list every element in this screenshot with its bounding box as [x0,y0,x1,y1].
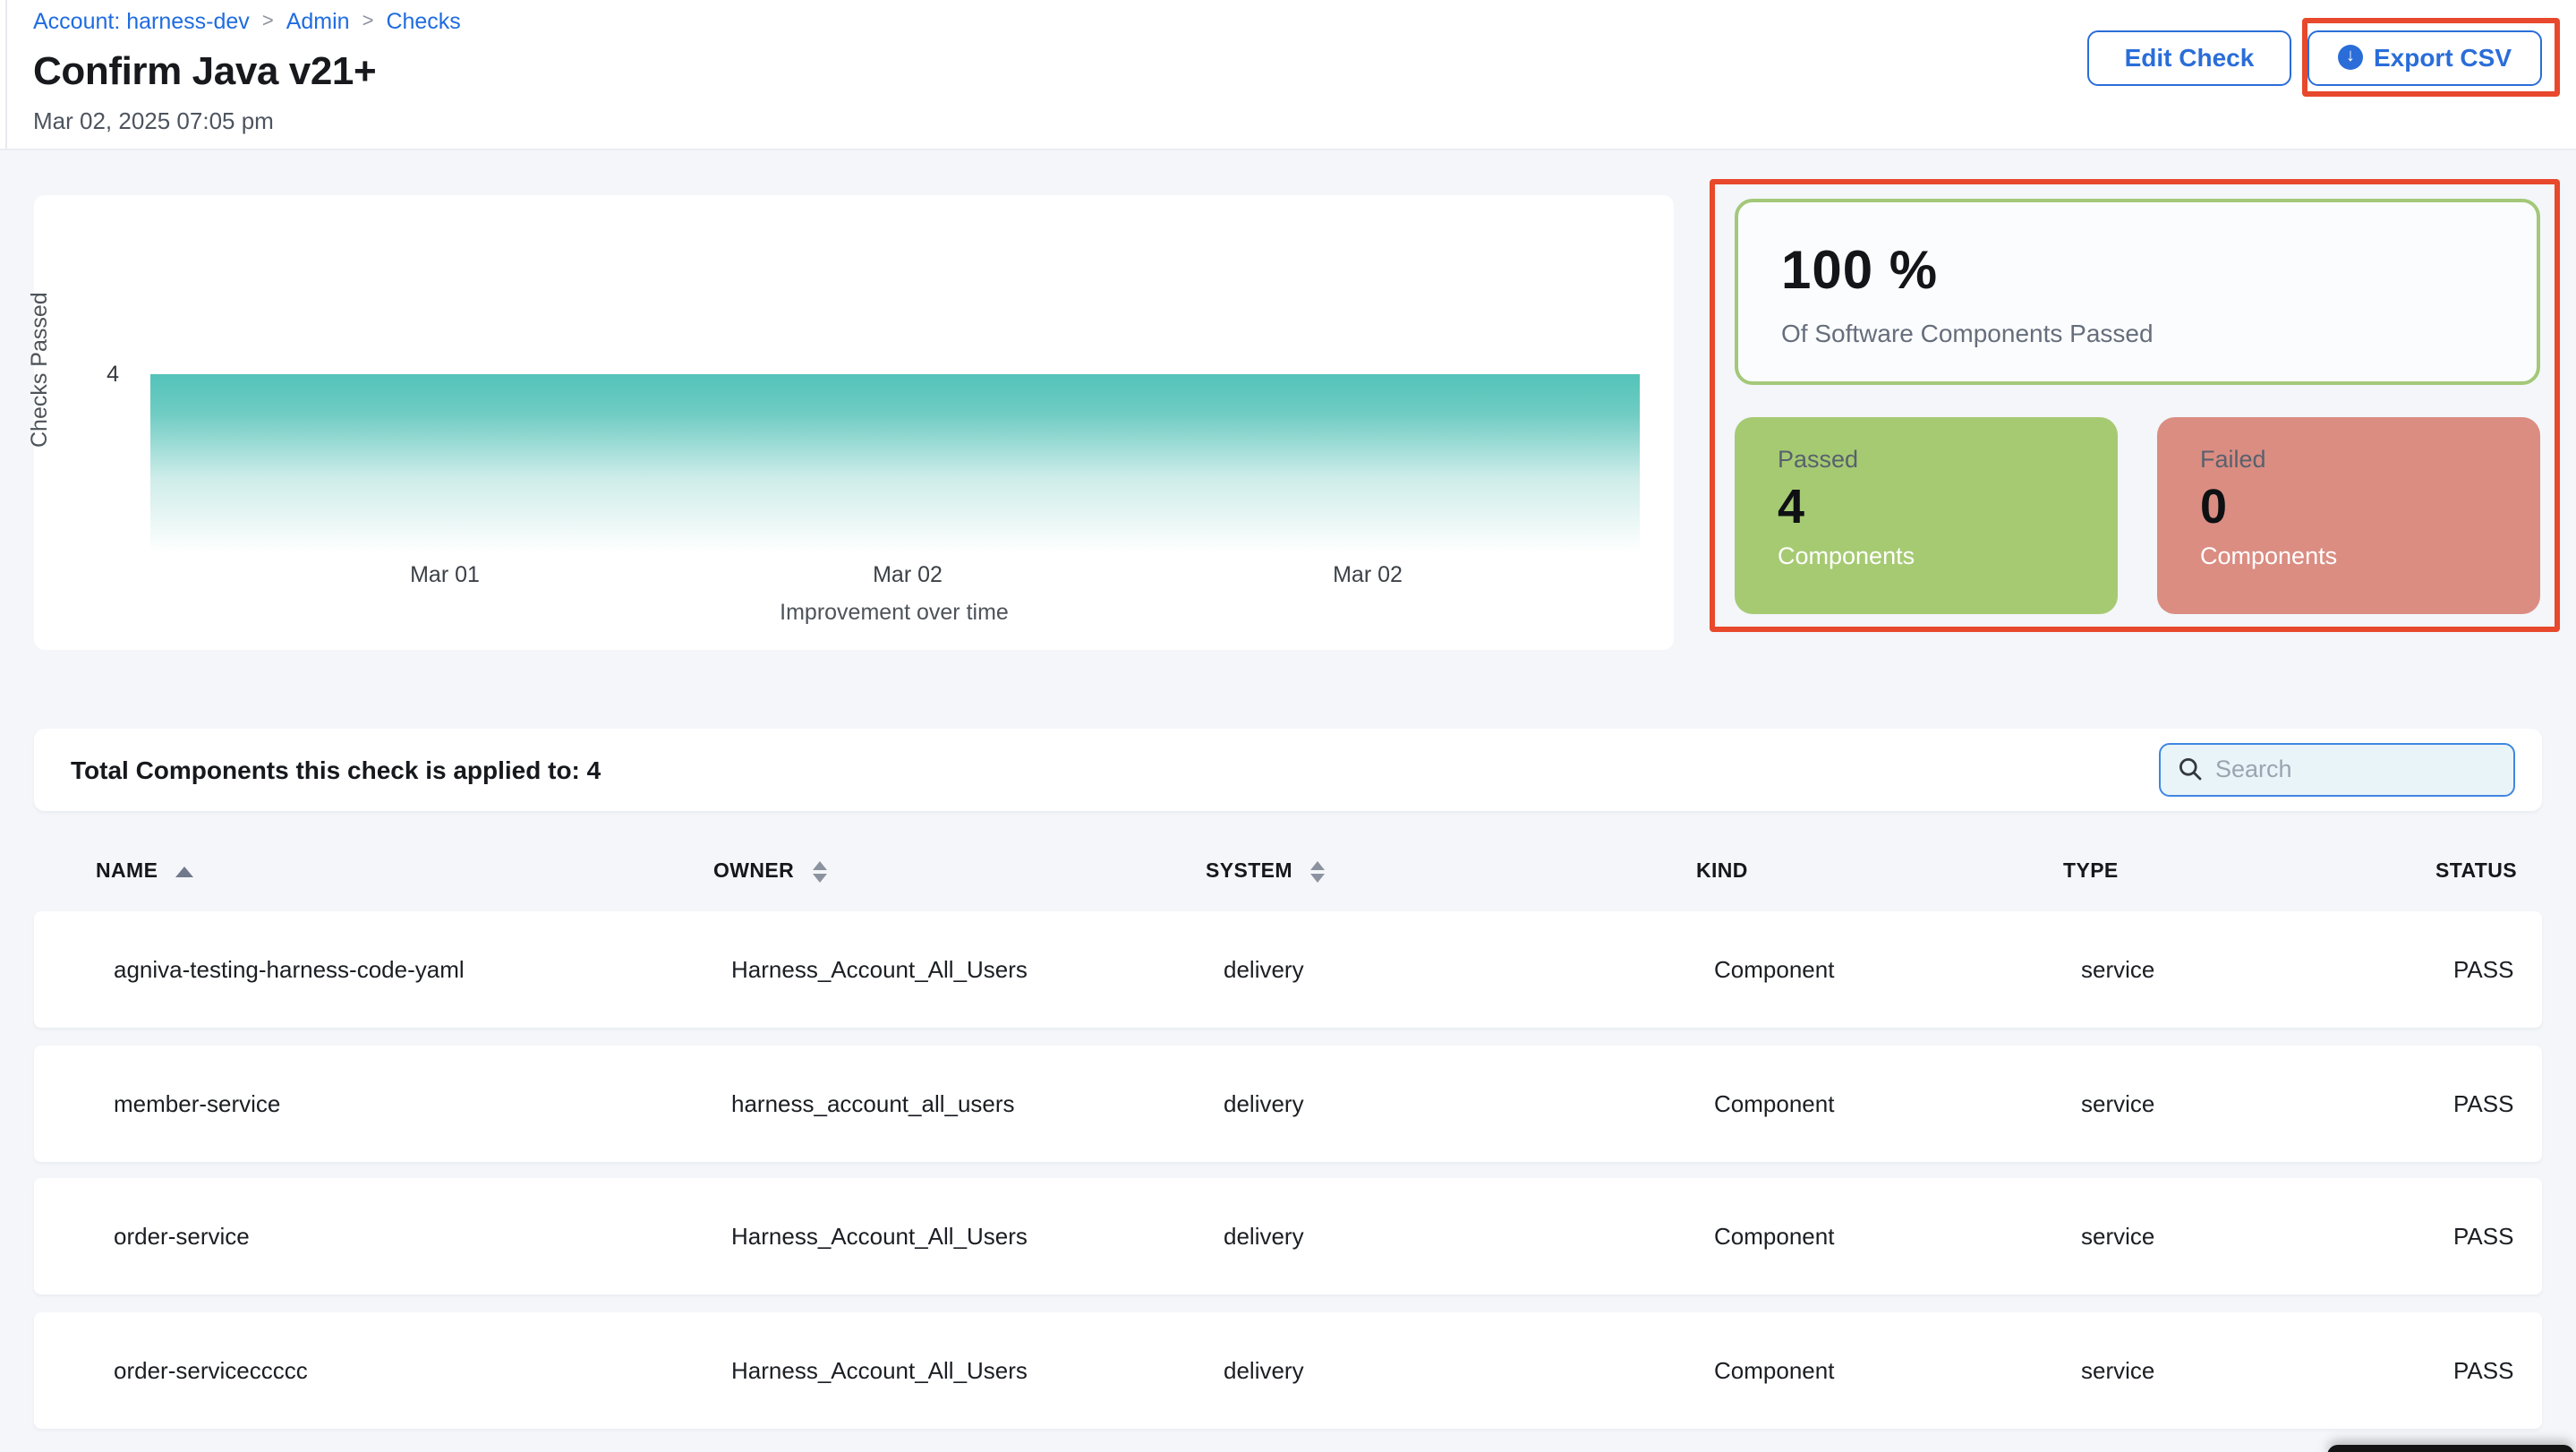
percent-passed-label: Of Software Components Passed [1781,318,2537,346]
edit-check-button[interactable]: Edit Check [2087,30,2291,85]
checks-passed-chart: Checks Passed 4 Mar 01 Mar 02 Mar 02 Imp… [33,195,1673,649]
column-header-system[interactable]: SYSTEM [1206,861,1696,883]
passed-card-title: Passed [1778,445,2118,472]
sort-toggle-icon [1310,861,1325,883]
chart-x-tick: Mar 02 [1287,562,1448,587]
cell-system: delivery [1224,1223,1714,1250]
cell-name: member-service [114,1089,731,1116]
cell-status: PASS [2453,1089,2542,1116]
failed-card-title: Failed [2200,445,2540,472]
export-csv-button[interactable]: ↓ Export CSV [2307,30,2542,85]
sort-ascending-icon [175,867,193,877]
chart-y-tick: 4 [87,362,119,387]
cell-owner: harness_account_all_users [731,1089,1224,1116]
passed-components-card: Passed 4 Components [1735,416,2118,613]
breadcrumb-admin-link[interactable]: Admin [286,9,350,34]
cell-type: service [2081,1223,2453,1250]
cell-owner: Harness_Account_All_Users [731,1223,1224,1250]
cell-system: delivery [1224,1356,1714,1383]
search-box[interactable] [2158,742,2514,797]
search-input[interactable] [2215,756,2498,783]
chat-widget-peek[interactable] [2327,1444,2574,1452]
cell-type: service [2081,1356,2453,1383]
breadcrumb-account-link[interactable]: Account: harness-dev [33,9,250,34]
table-row[interactable]: order-service Harness_Account_All_Users … [33,1178,2542,1294]
cell-type: service [2081,956,2453,983]
download-icon: ↓ [2338,45,2363,70]
breadcrumb: Account: harness-dev > Admin > Checks [33,9,461,34]
check-timestamp: Mar 02, 2025 07:05 pm [33,107,274,134]
cell-kind: Component [1714,1089,2081,1116]
checks-detail-page: Account: harness-dev > Admin > Checks Co… [0,0,2576,1452]
breadcrumb-checks-link[interactable]: Checks [386,9,460,34]
percent-passed-card: 100 % Of Software Components Passed [1735,198,2540,384]
passed-card-unit: Components [1778,542,2118,568]
column-header-type: TYPE [2063,861,2435,883]
sort-toggle-icon [812,861,826,883]
cell-system: delivery [1224,1089,1714,1116]
cell-status: PASS [2453,956,2542,983]
chart-x-tick: Mar 02 [827,562,988,587]
chevron-right-icon: > [363,11,374,32]
edit-check-label: Edit Check [2125,43,2255,72]
cell-name: order-serviceccccc [114,1356,731,1383]
total-components-label: Total Components this check is applied t… [71,756,601,784]
column-header-name[interactable]: NAME [96,861,713,883]
cell-kind: Component [1714,1356,2081,1383]
cell-owner: Harness_Account_All_Users [731,956,1224,983]
search-icon [2178,758,2201,782]
cell-name: order-service [114,1223,731,1250]
sidebar-edge-divider [4,0,6,150]
percent-passed-value: 100 % [1781,241,2537,302]
cell-owner: Harness_Account_All_Users [731,1356,1224,1383]
chart-x-axis-label: Improvement over time [33,600,1755,625]
cell-status: PASS [2453,1356,2542,1383]
cell-kind: Component [1714,1223,2081,1250]
table-header-row: NAME OWNER SYSTEM KIND TYPE STATUS [33,833,2542,911]
column-header-kind: KIND [1696,861,2063,883]
chart-y-axis-label: Checks Passed [26,304,51,448]
failed-card-unit: Components [2200,542,2540,568]
export-csv-label: Export CSV [2374,43,2512,72]
cell-system: delivery [1224,956,1714,983]
passed-card-value: 4 [1778,479,2118,533]
page-title: Confirm Java v21+ [33,48,376,95]
cell-kind: Component [1714,956,2081,983]
table-row[interactable]: member-service harness_account_all_users… [33,1045,2542,1161]
cell-name: agniva-testing-harness-code-yaml [114,956,731,983]
column-header-owner[interactable]: OWNER [713,861,1206,883]
failed-components-card: Failed 0 Components [2157,416,2540,613]
column-header-status: STATUS [2435,861,2542,883]
cell-type: service [2081,1089,2453,1116]
failed-card-value: 0 [2200,479,2540,533]
chart-area-fill [149,374,1640,553]
chart-x-tick: Mar 01 [364,562,525,587]
chevron-right-icon: > [262,11,274,32]
table-row[interactable]: agniva-testing-harness-code-yaml Harness… [33,911,2542,1028]
table-row[interactable]: order-serviceccccc Harness_Account_All_U… [33,1311,2542,1428]
page-header: Account: harness-dev > Admin > Checks Co… [0,0,2576,150]
cell-status: PASS [2453,1223,2542,1250]
